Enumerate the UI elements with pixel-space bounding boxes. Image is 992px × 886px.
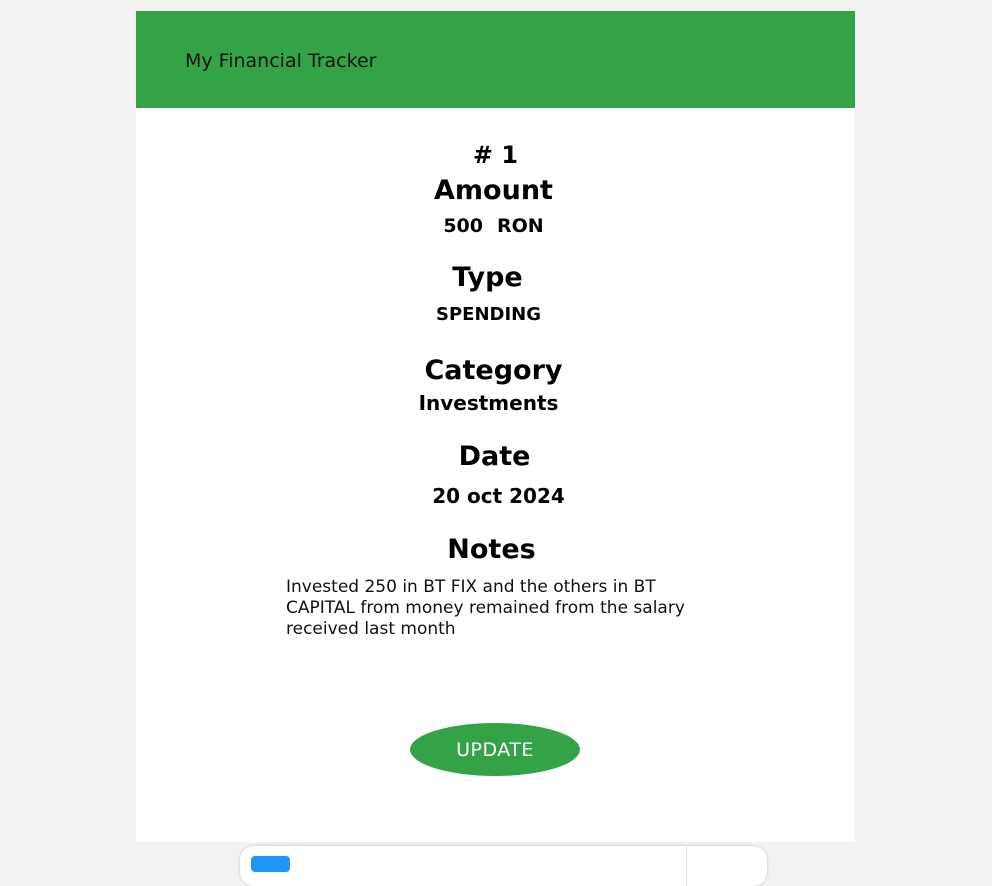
- app-title: My Financial Tracker: [185, 50, 377, 72]
- app-header: My Financial Tracker: [136, 11, 855, 108]
- category-value: Investments: [418, 391, 559, 415]
- bottom-toolbar: [240, 846, 767, 886]
- update-button[interactable]: UPDATE: [410, 723, 580, 776]
- type-value: SPENDING: [436, 304, 541, 325]
- toolbar-divider: [686, 846, 687, 886]
- date-value: 20 oct 2024: [432, 484, 565, 508]
- transaction-card: My Financial Tracker # 1 Amount 500 RON T…: [136, 11, 855, 842]
- category-label: Category: [424, 355, 563, 386]
- amount-label: Amount: [434, 175, 553, 206]
- currency-value: RON: [496, 215, 544, 237]
- amount-value-row: 500 RON: [134, 214, 853, 238]
- notes-label: Notes: [447, 534, 536, 565]
- app-icon[interactable]: [251, 856, 290, 872]
- type-label: Type: [452, 262, 523, 293]
- notes-text: Invested 250 in BT FIX and the others in…: [286, 577, 685, 639]
- amount-value: 500: [443, 215, 483, 237]
- date-label: Date: [458, 441, 531, 472]
- entry-number: # 1: [472, 141, 519, 169]
